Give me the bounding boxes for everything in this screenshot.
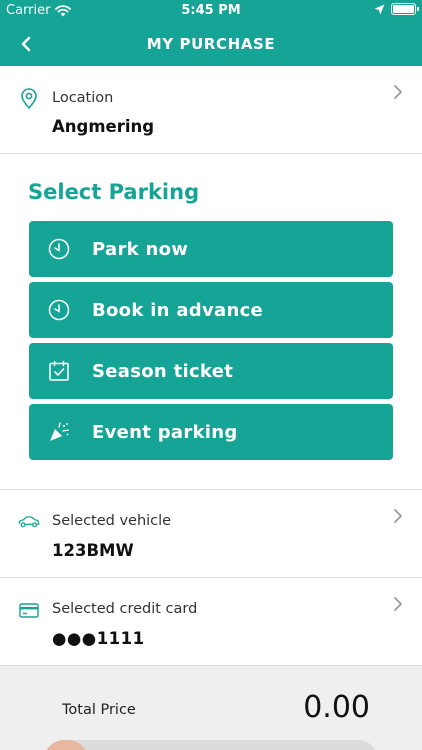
pay-slider-thumb[interactable]: [44, 740, 88, 750]
clock-icon: [48, 238, 70, 260]
page-title: MY PURCHASE: [146, 35, 276, 53]
status-bar: Carrier 5:45 PM: [0, 0, 422, 22]
select-parking-title: Select Parking: [28, 180, 200, 204]
pay-slider[interactable]: [44, 740, 378, 750]
season-ticket-button[interactable]: Season ticket: [29, 343, 393, 399]
location-row[interactable]: Location Angmering: [0, 66, 422, 154]
chevron-right-icon: [394, 509, 402, 523]
calendar-check-icon: [49, 360, 69, 381]
total-price-label: Total Price: [62, 702, 136, 718]
battery-icon: [391, 3, 419, 15]
selected-credit-card-value: ●●●1111: [52, 629, 145, 648]
nav-bar: MY PURCHASE: [0, 22, 422, 66]
selected-credit-card-row[interactable]: Selected credit card ●●●1111: [0, 578, 422, 666]
selected-vehicle-value: 123BMW: [52, 541, 134, 560]
credit-card-icon: [18, 599, 40, 621]
selected-vehicle-label: Selected vehicle: [52, 513, 172, 529]
selected-credit-card-label: Selected credit card: [52, 601, 198, 617]
location-arrow-icon: [374, 4, 385, 14]
total-price-panel: Total Price 0.00: [0, 666, 422, 750]
event-parking-button[interactable]: Event parking: [29, 404, 393, 460]
status-time: 5:45 PM: [181, 3, 241, 18]
event-parking-label: Event parking: [92, 421, 238, 443]
location-value: Angmering: [52, 117, 155, 136]
car-icon: [18, 511, 40, 533]
map-pin-icon: [18, 88, 40, 110]
status-right: [374, 3, 419, 15]
chevron-right-icon: [394, 85, 402, 99]
selected-vehicle-row[interactable]: Selected vehicle 123BMW: [0, 490, 422, 578]
book-in-advance-label: Book in advance: [92, 299, 264, 321]
total-price-value: 0.00: [303, 690, 370, 725]
location-label: Location: [52, 90, 114, 106]
chevron-right-icon: [394, 597, 402, 611]
park-now-label: Park now: [92, 238, 189, 260]
clock-icon: [48, 299, 70, 321]
party-popper-icon: [50, 422, 69, 441]
season-ticket-label: Season ticket: [92, 360, 234, 382]
park-now-button[interactable]: Park now: [29, 221, 393, 277]
app-header: Carrier 5:45 PM MY PURCHASE: [0, 0, 422, 66]
book-in-advance-button[interactable]: Book in advance: [29, 282, 393, 338]
